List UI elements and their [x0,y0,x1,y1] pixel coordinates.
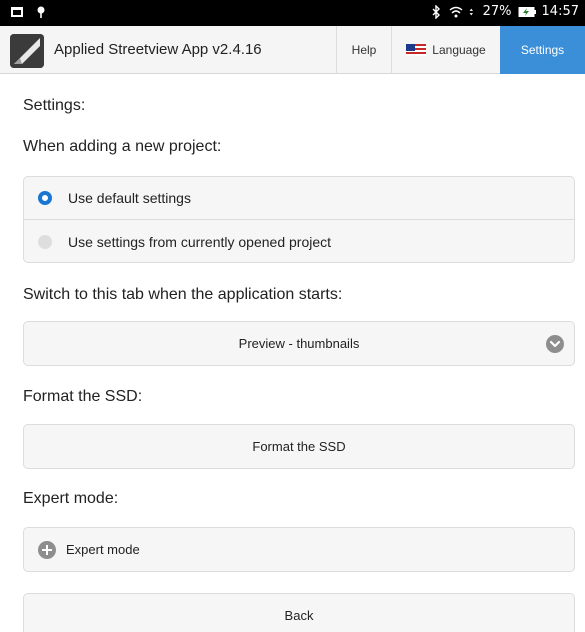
format-ssd-button[interactable]: Format the SSD [23,424,575,469]
help-button[interactable]: Help [336,26,391,74]
start-tab-select[interactable]: Preview - thumbnails [23,321,575,366]
expert-mode-label: Expert mode [66,542,140,557]
page-title: Settings: [23,97,86,114]
help-button-label: Help [351,43,377,57]
app-header: Applied Streetview App v2.4.16 Help Lang… [0,26,585,74]
start-tab-select-value: Preview - thumbnails [238,336,360,351]
bluetooth-icon [432,4,440,19]
status-bar: 27% 14:57 [0,0,585,26]
settings-button[interactable]: Settings [500,26,585,74]
radio-use-current-project-settings[interactable]: Use settings from currently opened proje… [24,220,574,263]
settings-button-label: Settings [520,43,565,57]
app-logo-icon [10,34,44,68]
data-arrows-icon [469,8,473,15]
radio-label: Use settings from currently opened proje… [68,233,332,250]
language-button-label: Language [432,43,486,57]
back-button-label: Back [284,608,314,623]
app-title: Applied Streetview App v2.4.16 [54,41,262,58]
format-ssd-heading: Format the SSD: [23,388,143,405]
plus-icon [38,540,56,559]
new-project-heading: When adding a new project: [23,138,222,155]
us-flag-icon [406,44,427,56]
clock: 14:57 [541,4,579,19]
battery-percent: 27% [482,4,512,19]
language-button[interactable]: Language [391,26,500,74]
back-button[interactable]: Back [23,593,575,632]
radio-use-default-settings[interactable]: Use default settings [24,177,574,220]
radio-unselected-icon [38,234,52,249]
expert-mode-heading: Expert mode: [23,490,119,507]
expert-mode-toggle[interactable]: Expert mode [23,527,575,572]
location-pin-icon [37,6,45,18]
radio-selected-icon [38,191,52,205]
radio-label: Use default settings [68,190,191,206]
new-project-radio-group: Use default settings Use settings from c… [23,176,575,263]
battery-icon [518,6,536,17]
gallery-icon [11,7,23,17]
wifi-icon [449,6,463,17]
chevron-down-icon [546,335,564,353]
format-ssd-button-label: Format the SSD [252,439,346,454]
start-tab-heading: Switch to this tab when the application … [23,286,343,303]
